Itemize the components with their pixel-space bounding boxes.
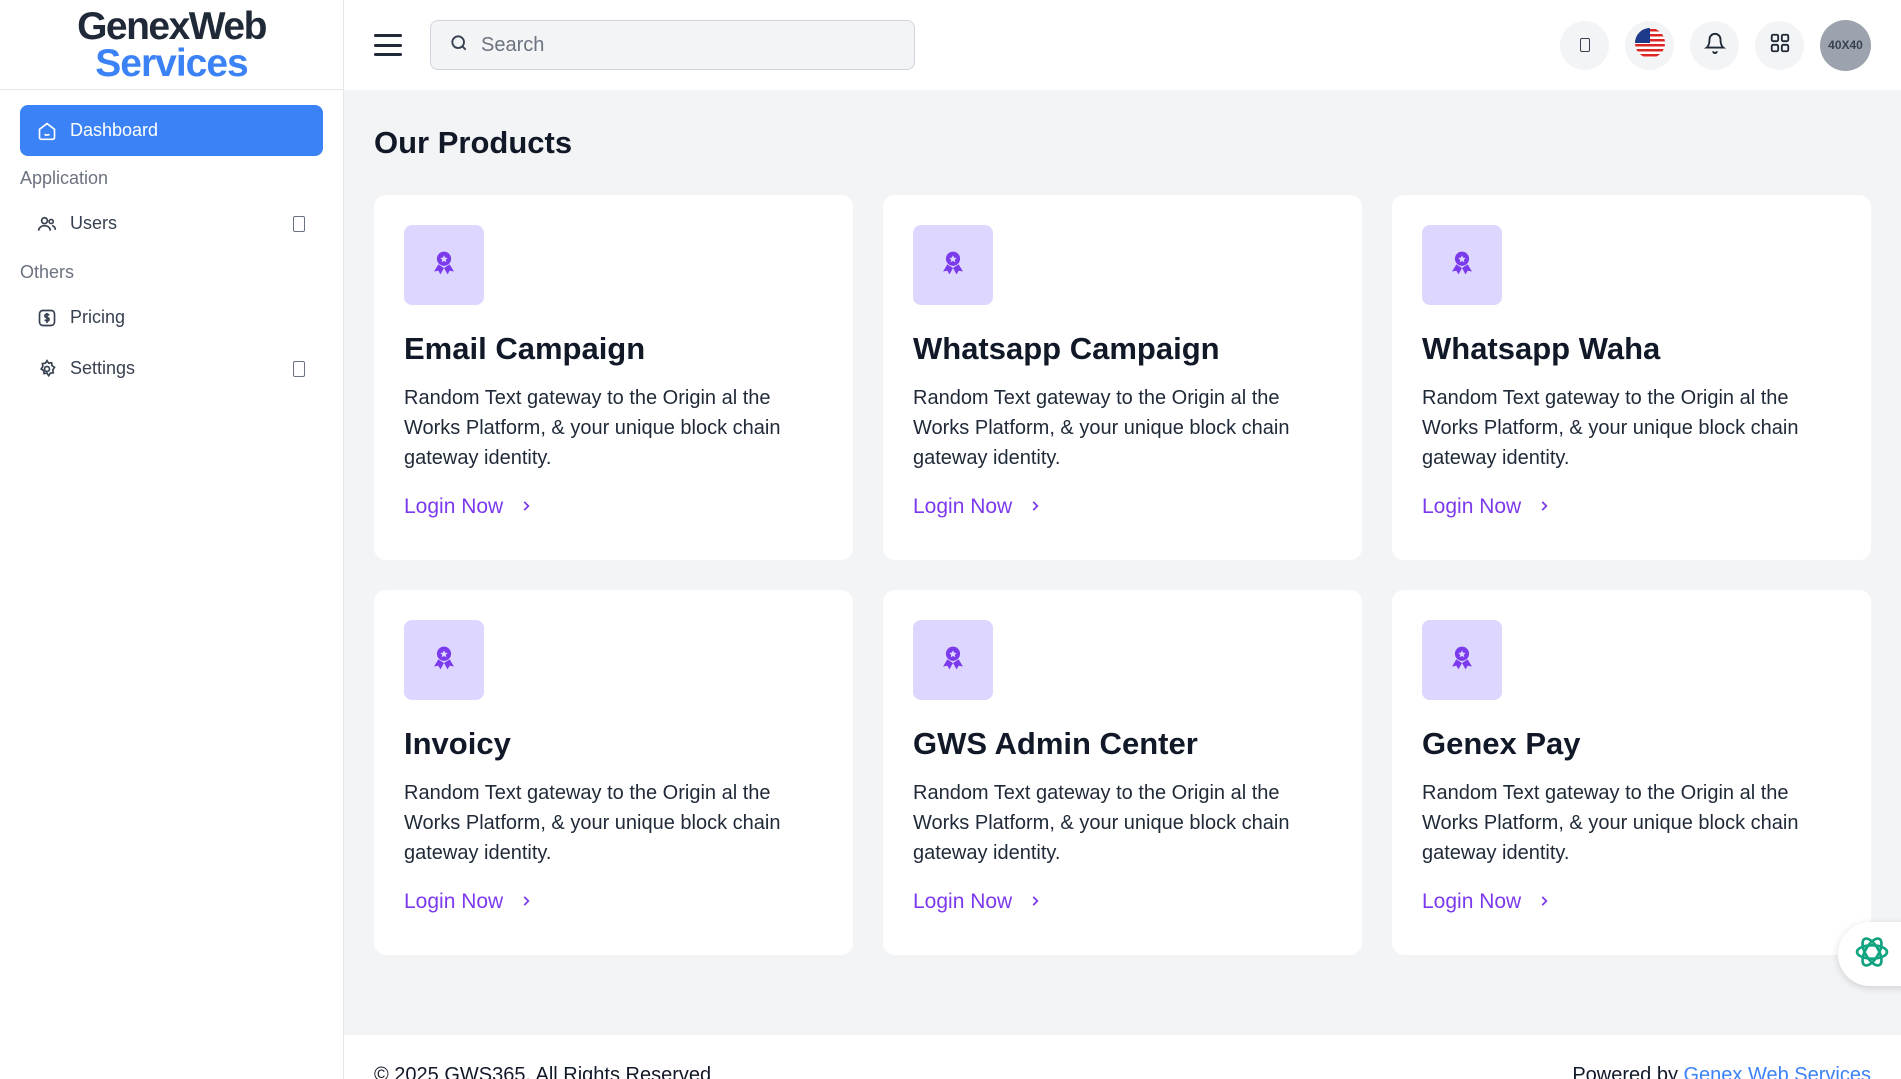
- sidebar-item-label: Pricing: [70, 307, 126, 327]
- product-card: GWS Admin Center Random Text gateway to …: [883, 590, 1362, 955]
- product-title: Genex Pay: [1422, 726, 1581, 761]
- login-now-link[interactable]: Login Now: [1422, 890, 1551, 914]
- login-now-link[interactable]: Login Now: [404, 495, 533, 519]
- product-card: Genex Pay Random Text gateway to the Ori…: [1392, 590, 1871, 955]
- apps-button[interactable]: [1755, 20, 1804, 70]
- sidebar-item-pricing[interactable]: Pricing: [20, 293, 323, 342]
- award-icon: [1445, 246, 1479, 285]
- chevron-right-icon: [1537, 495, 1551, 519]
- product-title: Whatsapp Waha: [1422, 331, 1661, 366]
- chevron-right-icon: [1028, 890, 1042, 914]
- login-label: Login Now: [1422, 495, 1522, 518]
- chevron-right-icon: [519, 890, 533, 914]
- sidebar-nav: Dashboard Application Users Others Prici…: [0, 90, 343, 410]
- sidebar-item-users[interactable]: Users: [20, 199, 323, 248]
- expand-icon: [293, 360, 305, 377]
- us-flag-icon: [1634, 27, 1666, 64]
- main-content: Our Products Email Campaign Random Text …: [344, 90, 1901, 1035]
- chevron-right-icon: [1537, 890, 1551, 914]
- sidebar-item-label: Dashboard: [70, 120, 159, 140]
- search-input[interactable]: [481, 33, 881, 57]
- product-title: Email Campaign: [404, 331, 646, 366]
- products-grid: Email Campaign Random Text gateway to th…: [374, 195, 1871, 955]
- product-description: Random Text gateway to the Origin al the…: [404, 782, 781, 864]
- product-description: Random Text gateway to the Origin al the…: [1422, 387, 1799, 469]
- grid-icon: [1769, 32, 1791, 59]
- expand-icon: [293, 215, 305, 232]
- sidebar-item-label: Settings: [70, 358, 136, 378]
- product-card: Whatsapp Campaign Random Text gateway to…: [883, 195, 1362, 560]
- brand-logo[interactable]: GenexWeb Services: [0, 0, 343, 90]
- product-badge: [913, 225, 993, 305]
- login-now-link[interactable]: Login Now: [1422, 495, 1551, 519]
- login-label: Login Now: [1422, 890, 1522, 913]
- login-now-link[interactable]: Login Now: [913, 890, 1042, 914]
- users-icon: [36, 213, 58, 235]
- openai-icon: [1852, 932, 1892, 977]
- login-label: Login Now: [404, 890, 504, 913]
- award-icon: [427, 246, 461, 285]
- section-heading-others: Others: [20, 262, 75, 282]
- sidebar-item-dashboard[interactable]: Dashboard: [20, 105, 323, 156]
- award-icon: [1445, 641, 1479, 680]
- product-description: Random Text gateway to the Origin al the…: [404, 387, 781, 469]
- powered-by-label: Powered by: [1572, 1064, 1684, 1079]
- login-label: Login Now: [913, 495, 1013, 518]
- topbar: 40X40: [344, 0, 1901, 90]
- product-title: Invoicy: [404, 726, 511, 761]
- sidebar-item-settings[interactable]: Settings: [20, 344, 323, 393]
- section-heading-application: Application: [20, 168, 109, 188]
- search-box: [430, 20, 915, 70]
- product-description: Random Text gateway to the Origin al the…: [1422, 782, 1799, 864]
- sidebar-item-label: Users: [70, 213, 118, 233]
- product-badge: [1422, 225, 1502, 305]
- login-label: Login Now: [404, 495, 504, 518]
- search-icon: [449, 33, 469, 58]
- top-actions: 40X40: [1560, 19, 1871, 71]
- sidebar: GenexWeb Services Dashboard Application …: [0, 0, 344, 1079]
- login-now-link[interactable]: Login Now: [404, 890, 533, 914]
- product-badge: [404, 620, 484, 700]
- footer: © 2025 GWS365. All Rights Reserved Power…: [344, 1035, 1901, 1079]
- page-title: Our Products: [374, 125, 573, 160]
- chevron-right-icon: [1028, 495, 1042, 519]
- product-card: Email Campaign Random Text gateway to th…: [374, 195, 853, 560]
- hamburger-icon[interactable]: [374, 34, 402, 56]
- chat-assistant-button[interactable]: [1838, 922, 1901, 986]
- chevron-right-icon: [519, 495, 533, 519]
- product-description: Random Text gateway to the Origin al the…: [913, 387, 1290, 469]
- login-label: Login Now: [913, 890, 1013, 913]
- bell-icon: [1703, 32, 1726, 59]
- avatar[interactable]: 40X40: [1820, 19, 1871, 71]
- brand-line1: GenexWeb: [77, 4, 267, 48]
- brand-line2: Services: [95, 41, 248, 85]
- powered-by-link[interactable]: Genex Web Services: [1684, 1064, 1872, 1079]
- award-icon: [936, 246, 970, 285]
- copyright-text: © 2025 GWS365. All Rights Reserved: [374, 1064, 712, 1079]
- product-title: GWS Admin Center: [913, 726, 1198, 761]
- award-icon: [427, 641, 461, 680]
- product-title: Whatsapp Campaign: [913, 331, 1220, 366]
- language-button[interactable]: [1625, 20, 1674, 70]
- product-card: Invoicy Random Text gateway to the Origi…: [374, 590, 853, 955]
- product-badge: [913, 620, 993, 700]
- powered-by: Powered by Genex Web Services: [1572, 1064, 1871, 1079]
- product-badge: [404, 225, 484, 305]
- notifications-button[interactable]: [1690, 20, 1739, 70]
- product-description: Random Text gateway to the Origin al the…: [913, 782, 1290, 864]
- pricing-icon: [36, 307, 58, 329]
- theme-icon: [1579, 38, 1590, 52]
- product-badge: [1422, 620, 1502, 700]
- login-now-link[interactable]: Login Now: [913, 495, 1042, 519]
- theme-toggle-button[interactable]: [1560, 20, 1609, 70]
- product-card: Whatsapp Waha Random Text gateway to the…: [1392, 195, 1871, 560]
- award-icon: [936, 641, 970, 680]
- home-icon: [36, 120, 58, 142]
- gear-icon: [36, 358, 58, 380]
